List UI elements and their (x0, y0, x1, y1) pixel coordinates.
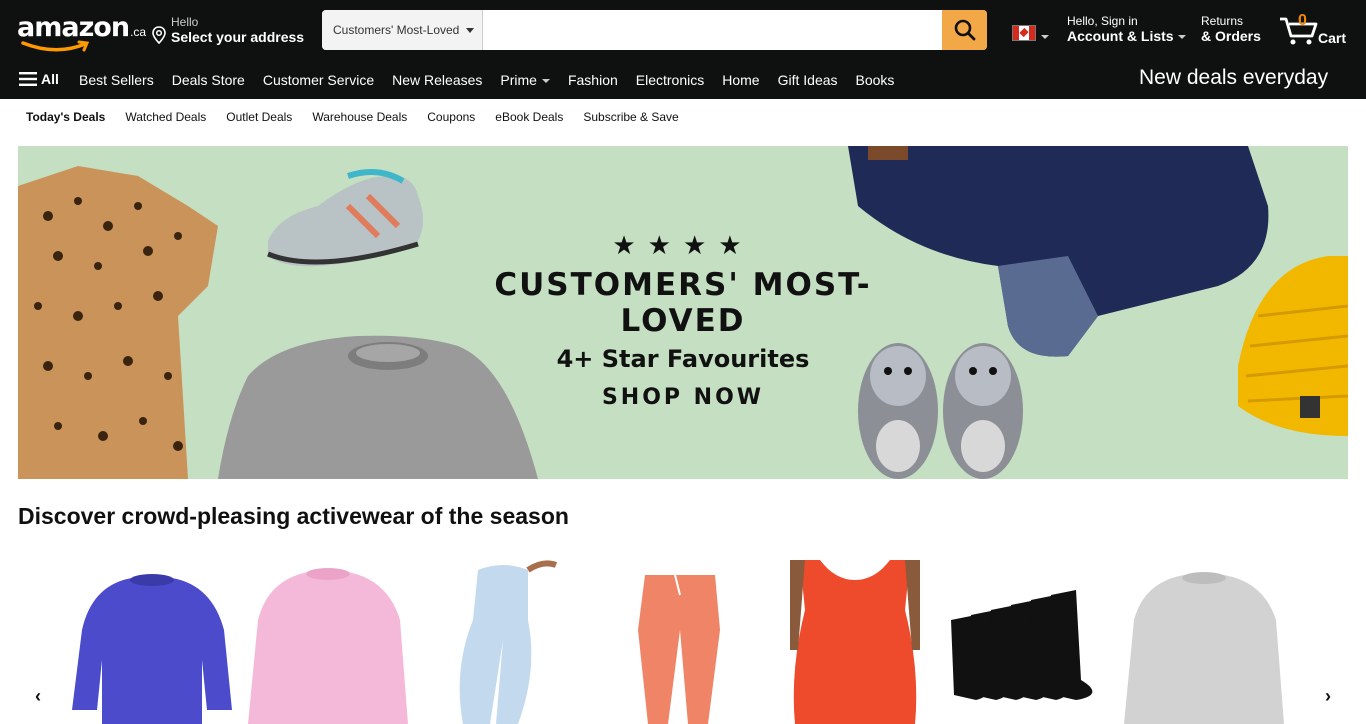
product-card-purple-crop-sweatshirt[interactable] (72, 560, 232, 724)
cart-count: 0 (1298, 12, 1307, 29)
product-card-black-socks[interactable] (946, 560, 1108, 724)
search-icon (954, 19, 975, 41)
nav-link-prime[interactable]: Prime (491, 72, 559, 88)
nav-link-electronics[interactable]: Electronics (627, 72, 713, 88)
canada-flag-icon[interactable] (1012, 25, 1036, 41)
subnav-warehouse-deals[interactable]: Warehouse Deals (302, 110, 417, 124)
nav-link-deals-store[interactable]: Deals Store (163, 72, 254, 88)
account-menu[interactable]: Hello, Sign in Account & Lists (1067, 14, 1187, 44)
nav-link-home[interactable]: Home (713, 72, 768, 88)
account-label: Account & Lists (1067, 28, 1174, 44)
subnav-outlet-deals[interactable]: Outlet Deals (216, 110, 302, 124)
account-greeting: Hello, Sign in (1067, 14, 1138, 28)
subnav-ebook-deals[interactable]: eBook Deals (485, 110, 573, 124)
search-category-dropdown[interactable]: Customers' Most-Loved (322, 10, 483, 50)
subnav-subscribe-save[interactable]: Subscribe & Save (573, 110, 688, 124)
search-bar: Customers' Most-Loved (322, 10, 987, 50)
section-title: Discover crowd-pleasing activewear of th… (18, 503, 569, 529)
subnav-todays-deals[interactable]: Today's Deals (16, 110, 115, 124)
product-card-tank-top[interactable] (790, 560, 920, 724)
search-input[interactable] (483, 10, 942, 50)
address-greeting: Hello (171, 15, 199, 29)
chevron-right-icon[interactable]: › (1318, 686, 1338, 706)
all-menu-button[interactable]: All (19, 71, 59, 87)
product-card-pink-sweatshirt[interactable] (248, 560, 408, 724)
hero-text: ★★★★ CUSTOMERS' MOST-LOVED 4+ Star Favou… (438, 230, 928, 410)
amazon-logo[interactable]: amazon.ca (17, 12, 146, 52)
chevron-down-icon (541, 78, 550, 83)
hero-subheadline: 4+ Star Favourites (556, 345, 810, 373)
hero-cta[interactable]: SHOP NOW (438, 385, 928, 410)
search-category-label: Customers' Most-Loved (333, 23, 460, 37)
chevron-down-icon (1177, 35, 1186, 40)
address-prompt: Select your address (171, 29, 305, 45)
language-caret-icon[interactable] (1041, 35, 1049, 39)
nav-links: Best Sellers Deals Store Customer Servic… (70, 60, 903, 99)
product-card-grey-sweatshirt[interactable] (1124, 560, 1284, 724)
subnav-coupons[interactable]: Coupons (417, 110, 485, 124)
nav-link-gift-ideas[interactable]: Gift Ideas (769, 72, 847, 88)
main-nav: All Best Sellers Deals Store Customer Se… (0, 60, 1366, 99)
location-pin-icon (152, 26, 166, 44)
search-button[interactable] (942, 10, 987, 50)
top-header: amazon.ca Hello Select your address Cust… (0, 0, 1366, 60)
product-carousel: ‹ › (0, 560, 1366, 724)
product-card-joggers[interactable] (620, 560, 735, 724)
logo-smile-icon (21, 40, 90, 52)
delivery-address[interactable]: Hello Select your address (152, 14, 312, 48)
hero-headline: CUSTOMERS' MOST-LOVED (494, 267, 872, 339)
chevron-down-icon (466, 28, 474, 33)
nav-link-fashion[interactable]: Fashion (559, 72, 627, 88)
all-menu-label: All (41, 71, 59, 87)
nav-link-new-releases[interactable]: New Releases (383, 72, 491, 88)
orders-label: & Orders (1201, 28, 1261, 44)
cart-button[interactable]: 0 Cart (1278, 10, 1358, 50)
logo-tld: .ca (130, 25, 147, 39)
chevron-left-icon[interactable]: ‹ (28, 686, 48, 706)
subnav-watched-deals[interactable]: Watched Deals (115, 110, 216, 124)
product-card-leggings[interactable] (448, 560, 558, 724)
hero-banner[interactable]: ★★★★ CUSTOMERS' MOST-LOVED 4+ Star Favou… (18, 146, 1348, 479)
returns-orders[interactable]: Returns & Orders (1201, 14, 1261, 44)
hero-stars: ★★★★ (612, 230, 754, 260)
returns-label: Returns (1201, 14, 1244, 28)
nav-promo[interactable]: New deals everyday (1139, 66, 1328, 90)
nav-link-best-sellers[interactable]: Best Sellers (70, 72, 163, 88)
nav-link-prime-label: Prime (500, 71, 537, 88)
deals-subnav: Today's Deals Watched Deals Outlet Deals… (0, 99, 1366, 135)
nav-link-books[interactable]: Books (847, 72, 904, 88)
hamburger-menu-icon (19, 72, 37, 86)
cart-label: Cart (1318, 30, 1347, 46)
logo-text: amazon (17, 12, 130, 43)
nav-link-customer-service[interactable]: Customer Service (254, 72, 383, 88)
